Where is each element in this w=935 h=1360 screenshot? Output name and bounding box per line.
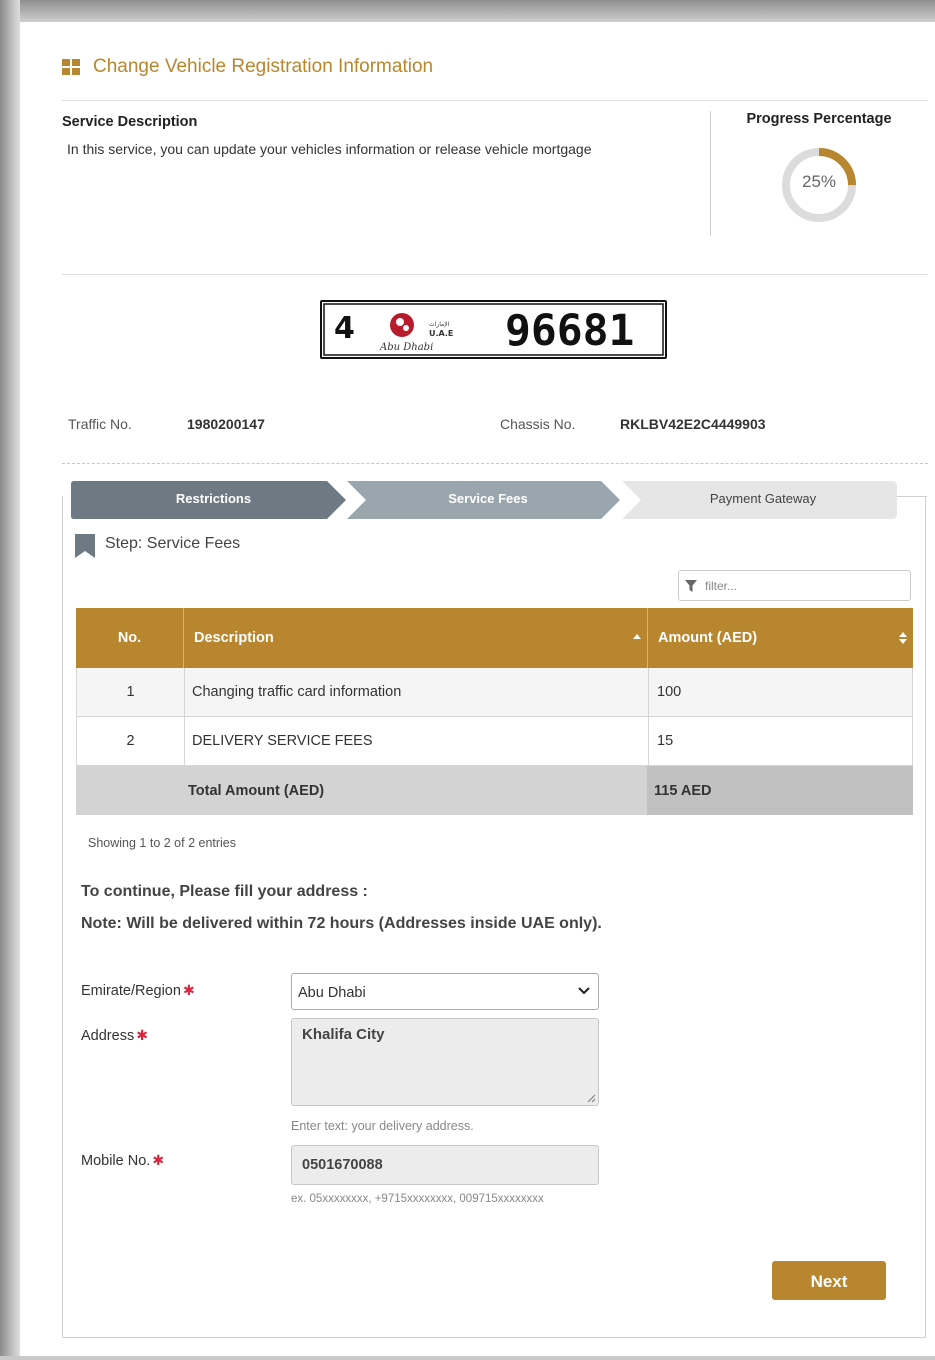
progress-percent-text: 25% — [801, 172, 837, 191]
required-mark: ✱ — [182, 982, 195, 998]
chevron-down-icon — [578, 987, 590, 995]
current-step-title: Step: Service Fees — [105, 535, 241, 552]
plate-code: 4 — [334, 311, 355, 346]
progress-label: Progress Percentage — [746, 111, 892, 127]
emirate-select[interactable]: Abu Dhabi — [291, 973, 599, 1010]
total-label: Total Amount (AED) — [188, 782, 325, 799]
browser-frame-top — [0, 0, 935, 22]
step-service-fees[interactable]: Service Fees — [347, 491, 629, 506]
address-hint: Enter text: your delivery address. — [291, 1119, 474, 1133]
plate-country: U.A.E — [429, 329, 453, 338]
total-value: 115 AED — [647, 766, 913, 815]
divider — [62, 274, 928, 275]
address-textarea[interactable]: Khalifa City — [291, 1018, 599, 1106]
address-label: Address ✱ — [81, 1027, 148, 1044]
cell-no: 1 — [126, 684, 135, 700]
emirate-select-value: Abu Dhabi — [298, 985, 366, 1001]
license-plate: 4 Abu Dhabi الإمارات U.A.E 96681 — [320, 300, 667, 359]
table-row: 2 DELIVERY SERVICE FEES 15 — [76, 717, 913, 766]
column-header-amount[interactable]: Amount (AED) — [647, 608, 913, 668]
chassis-no-label: Chassis No. — [500, 416, 576, 432]
column-header-description-label: Description — [194, 630, 274, 646]
table-total-row: Total Amount (AED) 115 AED — [76, 766, 913, 815]
step-payment-gateway[interactable]: Payment Gateway — [622, 491, 904, 506]
browser-frame-left — [0, 0, 20, 1360]
address-value: Khalifa City — [302, 1026, 385, 1043]
mobile-label: Mobile No. ✱ — [81, 1152, 164, 1169]
sort-icon — [899, 632, 907, 644]
cell-amount: 15 — [648, 717, 914, 765]
cell-description: Changing traffic card information — [184, 668, 648, 716]
next-button[interactable]: Next — [772, 1261, 886, 1300]
abu-dhabi-emblem-icon — [390, 313, 414, 337]
address-instruction: To continue, Please fill your address : — [81, 883, 368, 900]
emirate-label-text: Emirate/Region — [81, 983, 181, 999]
browser-frame-bottom — [0, 1356, 935, 1360]
mobile-hint: ex. 05xxxxxxxx, +9715xxxxxxxx, 009715xxx… — [291, 1193, 544, 1205]
dashed-divider — [62, 463, 928, 464]
page-title: Change Vehicle Registration Information — [93, 56, 434, 77]
delivery-note: Note: Will be delivered within 72 hours … — [81, 915, 602, 932]
fees-table: No. Description Amount (AED) 1 Changing … — [76, 608, 913, 815]
service-description-text: In this service, you can update your veh… — [67, 141, 592, 157]
filter-box — [678, 570, 911, 601]
traffic-no-label: Traffic No. — [68, 416, 132, 432]
table-info: Showing 1 to 2 of 2 entries — [88, 836, 237, 850]
sort-asc-icon — [633, 634, 641, 639]
vertical-divider — [710, 111, 711, 236]
service-description-label: Service Description — [62, 114, 198, 130]
required-mark: ✱ — [136, 1027, 148, 1043]
mobile-value: 0501670088 — [302, 1157, 383, 1173]
divider — [62, 100, 928, 101]
filter-input[interactable] — [705, 576, 900, 596]
emirate-label: Emirate/Region ✱ — [81, 982, 195, 999]
plate-country-arabic: الإمارات — [429, 321, 450, 328]
bookmark-icon — [75, 534, 95, 558]
chassis-no-value: RKLBV42E2C4449903 — [620, 416, 766, 432]
plate-emirate: Abu Dhabi — [379, 342, 433, 353]
cell-description: DELIVERY SERVICE FEES — [184, 717, 648, 765]
cell-amount: 100 — [648, 668, 914, 716]
column-header-description[interactable]: Description — [183, 608, 647, 668]
step-restrictions[interactable]: Restrictions — [71, 491, 356, 506]
column-header-no[interactable]: No. — [76, 608, 183, 668]
resize-handle-icon[interactable] — [586, 1093, 596, 1103]
plate-number: 96681 — [505, 306, 634, 356]
mobile-label-text: Mobile No. — [81, 1153, 151, 1169]
table-header-row: No. Description Amount (AED) — [76, 608, 913, 668]
grid-icon — [62, 59, 80, 75]
table-row: 1 Changing traffic card information 100 — [76, 668, 913, 717]
address-label-text: Address — [81, 1028, 135, 1044]
required-mark: ✱ — [152, 1152, 165, 1168]
column-header-amount-label: Amount (AED) — [658, 630, 758, 646]
mobile-input[interactable]: 0501670088 — [291, 1145, 599, 1185]
traffic-no-value: 1980200147 — [187, 416, 265, 432]
cell-no: 2 — [126, 733, 135, 749]
filter-icon — [685, 580, 697, 592]
